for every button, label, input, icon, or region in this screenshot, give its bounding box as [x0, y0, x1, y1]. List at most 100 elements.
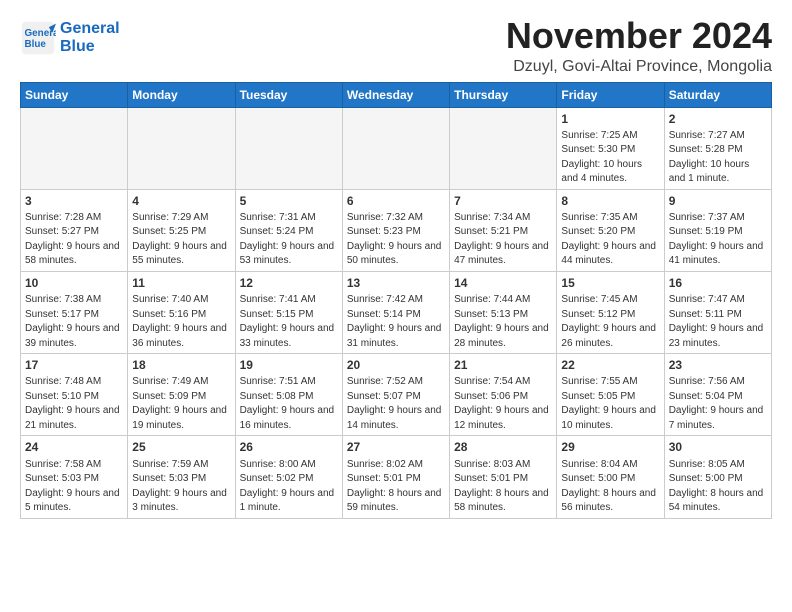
day-info: Sunrise: 7:40 AM Sunset: 5:16 PM Dayligh…: [132, 294, 229, 349]
day-number: 25: [132, 439, 230, 455]
day-info: Sunrise: 7:28 AM Sunset: 5:27 PM Dayligh…: [25, 212, 122, 267]
calendar-day-cell: 9 Sunrise: 7:37 AM Sunset: 5:19 PM Daylig…: [664, 189, 771, 271]
calendar-week-row: 17Sunrise: 7:48 AM Sunset: 5:10 PM Dayli…: [21, 354, 772, 436]
day-info: Sunrise: 7:45 AM Sunset: 5:12 PM Dayligh…: [561, 294, 658, 349]
calendar-day-cell: 28 Sunrise: 8:03 AM Sunset: 5:01 PM Dayli…: [450, 436, 557, 518]
logo-icon: General Blue: [20, 20, 56, 56]
calendar-day-cell: 23 Sunrise: 7:56 AM Sunset: 5:04 PM Dayli…: [664, 354, 771, 436]
calendar-day-cell: [450, 107, 557, 189]
calendar-day-cell: 12 Sunrise: 7:41 AM Sunset: 5:15 PM Dayli…: [235, 271, 342, 353]
calendar-table: SundayMondayTuesdayWednesdayThursdayFrid…: [20, 82, 772, 519]
calendar-day-cell: 6 Sunrise: 7:32 AM Sunset: 5:23 PM Daylig…: [342, 189, 449, 271]
day-number: 17: [25, 357, 123, 373]
calendar-day-cell: 18Sunrise: 7:49 AM Sunset: 5:09 PM Dayli…: [128, 354, 235, 436]
calendar-day-cell: 16 Sunrise: 7:47 AM Sunset: 5:11 PM Dayli…: [664, 271, 771, 353]
logo-text-blue: Blue: [60, 38, 120, 56]
month-title: November 2024: [506, 16, 772, 56]
day-number: 9: [669, 193, 767, 209]
calendar-day-cell: 25 Sunrise: 7:59 AM Sunset: 5:03 PM Dayli…: [128, 436, 235, 518]
day-number: 12: [240, 275, 338, 291]
day-number: 21: [454, 357, 552, 373]
logo: General Blue General Blue: [20, 20, 120, 56]
calendar-day-cell: 5Sunrise: 7:31 AM Sunset: 5:24 PM Daylig…: [235, 189, 342, 271]
calendar-day-cell: 29 Sunrise: 8:04 AM Sunset: 5:00 PM Dayli…: [557, 436, 664, 518]
calendar-day-cell: 20 Sunrise: 7:52 AM Sunset: 5:07 PM Dayli…: [342, 354, 449, 436]
day-number: 22: [561, 357, 659, 373]
day-info: Sunrise: 7:55 AM Sunset: 5:05 PM Dayligh…: [561, 376, 658, 431]
calendar-day-cell: 11 Sunrise: 7:40 AM Sunset: 5:16 PM Dayli…: [128, 271, 235, 353]
day-info: Sunrise: 7:56 AM Sunset: 5:04 PM Dayligh…: [669, 376, 766, 431]
day-info: Sunrise: 7:49 AM Sunset: 5:09 PM Dayligh…: [132, 376, 229, 431]
day-number: 6: [347, 193, 445, 209]
day-info: Sunrise: 8:03 AM Sunset: 5:01 PM Dayligh…: [454, 459, 551, 514]
day-info: Sunrise: 7:31 AM Sunset: 5:24 PM Dayligh…: [240, 212, 337, 267]
calendar-day-cell: 3 Sunrise: 7:28 AM Sunset: 5:27 PM Daylig…: [21, 189, 128, 271]
calendar-day-cell: 7 Sunrise: 7:34 AM Sunset: 5:21 PM Daylig…: [450, 189, 557, 271]
weekday-header: Tuesday: [235, 82, 342, 107]
weekday-header: Wednesday: [342, 82, 449, 107]
day-number: 19: [240, 357, 338, 373]
calendar-day-cell: [21, 107, 128, 189]
title-area: November 2024 Dzuyl, Govi-Altai Province…: [506, 16, 772, 76]
calendar-day-cell: 2 Sunrise: 7:27 AM Sunset: 5:28 PM Daylig…: [664, 107, 771, 189]
day-number: 24: [25, 439, 123, 455]
day-number: 28: [454, 439, 552, 455]
calendar-day-cell: [342, 107, 449, 189]
day-number: 8: [561, 193, 659, 209]
location-subtitle: Dzuyl, Govi-Altai Province, Mongolia: [506, 58, 772, 76]
day-number: 16: [669, 275, 767, 291]
calendar-day-cell: 10 Sunrise: 7:38 AM Sunset: 5:17 PM Dayli…: [21, 271, 128, 353]
day-info: Sunrise: 8:02 AM Sunset: 5:01 PM Dayligh…: [347, 459, 444, 514]
day-info: Sunrise: 7:27 AM Sunset: 5:28 PM Dayligh…: [669, 130, 752, 185]
day-number: 13: [347, 275, 445, 291]
day-info: Sunrise: 7:42 AM Sunset: 5:14 PM Dayligh…: [347, 294, 444, 349]
day-info: Sunrise: 7:37 AM Sunset: 5:19 PM Dayligh…: [669, 212, 766, 267]
day-info: Sunrise: 7:34 AM Sunset: 5:21 PM Dayligh…: [454, 212, 551, 267]
calendar-day-cell: 26Sunrise: 8:00 AM Sunset: 5:02 PM Dayli…: [235, 436, 342, 518]
weekday-header: Friday: [557, 82, 664, 107]
weekday-header: Sunday: [21, 82, 128, 107]
calendar-day-cell: [128, 107, 235, 189]
day-info: Sunrise: 7:38 AM Sunset: 5:17 PM Dayligh…: [25, 294, 122, 349]
weekday-header: Monday: [128, 82, 235, 107]
calendar-day-cell: 30Sunrise: 8:05 AM Sunset: 5:00 PM Dayli…: [664, 436, 771, 518]
day-number: 4: [132, 193, 230, 209]
calendar-day-cell: 19Sunrise: 7:51 AM Sunset: 5:08 PM Dayli…: [235, 354, 342, 436]
day-info: Sunrise: 7:25 AM Sunset: 5:30 PM Dayligh…: [561, 130, 644, 185]
calendar-week-row: 1 Sunrise: 7:25 AM Sunset: 5:30 PM Daylig…: [21, 107, 772, 189]
day-info: Sunrise: 7:54 AM Sunset: 5:06 PM Dayligh…: [454, 376, 551, 431]
day-number: 15: [561, 275, 659, 291]
day-number: 29: [561, 439, 659, 455]
day-info: Sunrise: 7:35 AM Sunset: 5:20 PM Dayligh…: [561, 212, 658, 267]
day-number: 20: [347, 357, 445, 373]
header: General Blue General Blue November 2024 …: [20, 16, 772, 76]
day-number: 10: [25, 275, 123, 291]
weekday-header: Thursday: [450, 82, 557, 107]
day-number: 23: [669, 357, 767, 373]
day-info: Sunrise: 7:32 AM Sunset: 5:23 PM Dayligh…: [347, 212, 444, 267]
day-number: 27: [347, 439, 445, 455]
calendar-week-row: 10 Sunrise: 7:38 AM Sunset: 5:17 PM Dayli…: [21, 271, 772, 353]
day-number: 2: [669, 111, 767, 127]
day-info: Sunrise: 8:04 AM Sunset: 5:00 PM Dayligh…: [561, 459, 658, 514]
calendar-day-cell: 27 Sunrise: 8:02 AM Sunset: 5:01 PM Dayli…: [342, 436, 449, 518]
day-info: Sunrise: 7:29 AM Sunset: 5:25 PM Dayligh…: [132, 212, 229, 267]
calendar-day-cell: 21 Sunrise: 7:54 AM Sunset: 5:06 PM Dayli…: [450, 354, 557, 436]
calendar-day-cell: 4 Sunrise: 7:29 AM Sunset: 5:25 PM Daylig…: [128, 189, 235, 271]
day-number: 11: [132, 275, 230, 291]
day-number: 1: [561, 111, 659, 127]
day-info: Sunrise: 7:59 AM Sunset: 5:03 PM Dayligh…: [132, 459, 229, 514]
day-info: Sunrise: 7:47 AM Sunset: 5:11 PM Dayligh…: [669, 294, 766, 349]
day-info: Sunrise: 7:41 AM Sunset: 5:15 PM Dayligh…: [240, 294, 337, 349]
calendar-day-cell: 24Sunrise: 7:58 AM Sunset: 5:03 PM Dayli…: [21, 436, 128, 518]
calendar-day-cell: [235, 107, 342, 189]
day-number: 3: [25, 193, 123, 209]
day-number: 7: [454, 193, 552, 209]
calendar-day-cell: 15 Sunrise: 7:45 AM Sunset: 5:12 PM Dayli…: [557, 271, 664, 353]
calendar-day-cell: 1 Sunrise: 7:25 AM Sunset: 5:30 PM Daylig…: [557, 107, 664, 189]
weekday-header: Saturday: [664, 82, 771, 107]
calendar-day-cell: 8 Sunrise: 7:35 AM Sunset: 5:20 PM Daylig…: [557, 189, 664, 271]
day-info: Sunrise: 7:52 AM Sunset: 5:07 PM Dayligh…: [347, 376, 444, 431]
day-info: Sunrise: 8:00 AM Sunset: 5:02 PM Dayligh…: [240, 459, 337, 514]
day-info: Sunrise: 8:05 AM Sunset: 5:00 PM Dayligh…: [669, 459, 766, 514]
